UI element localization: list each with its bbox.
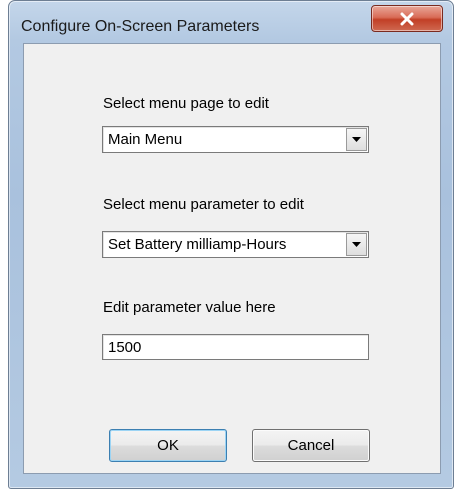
close-button[interactable] (371, 5, 443, 32)
menu-parameter-label: Select menu parameter to edit (103, 196, 304, 213)
chevron-down-icon (352, 242, 361, 247)
menu-parameter-dropdown-button[interactable] (346, 233, 367, 256)
close-x-icon (400, 12, 414, 25)
ok-button[interactable]: OK (109, 429, 227, 462)
window-title: Configure On-Screen Parameters (21, 18, 260, 35)
dialog-client-area: Select menu page to edit Main Menu Selec… (23, 43, 441, 474)
menu-page-selected-value: Main Menu (108, 131, 183, 148)
menu-page-dropdown-button[interactable] (346, 128, 367, 151)
title-bar[interactable]: Configure On-Screen Parameters (9, 1, 453, 35)
menu-parameter-dropdown[interactable]: Set Battery milliamp-Hours (102, 231, 369, 258)
menu-page-dropdown[interactable]: Main Menu (102, 126, 369, 153)
chevron-down-icon (352, 137, 361, 142)
parameter-value-input[interactable] (102, 334, 369, 360)
cancel-button[interactable]: Cancel (252, 429, 370, 462)
menu-page-label: Select menu page to edit (103, 95, 269, 112)
dialog-window: Configure On-Screen Parameters Select me… (8, 0, 454, 489)
parameter-value-label: Edit parameter value here (103, 299, 276, 316)
menu-parameter-selected-value: Set Battery milliamp-Hours (108, 236, 287, 253)
